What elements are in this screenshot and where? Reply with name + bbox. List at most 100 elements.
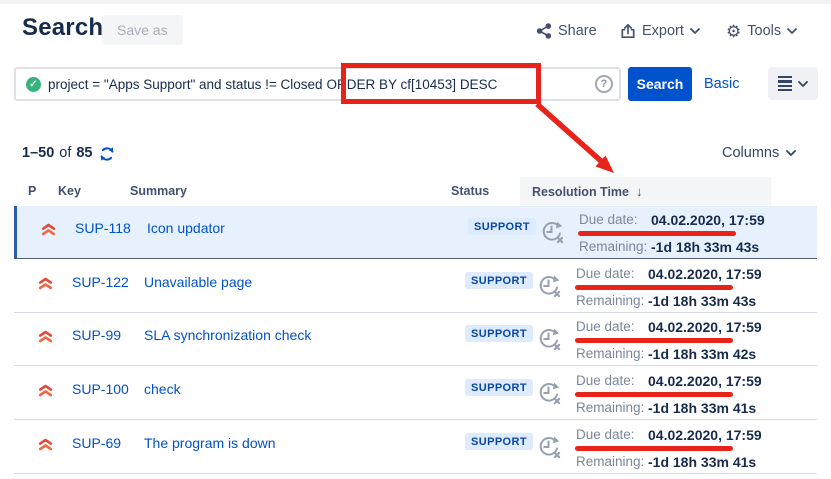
issue-key-link[interactable]: SUP-122 (72, 274, 129, 290)
remaining-line: Remaining: -1d 18h 33m 41s (576, 454, 756, 470)
sla-clock-breached-icon (536, 326, 563, 353)
chevron-down-icon (786, 150, 796, 156)
status-badge: SUPPORT (465, 379, 533, 396)
annotation-red-box (341, 63, 541, 104)
sla-clock-breached-icon (536, 273, 563, 300)
issue-summary-link[interactable]: Icon updator (147, 220, 225, 236)
remaining-value: -1d 18h 33m 41s (648, 400, 756, 416)
issue-summary-link[interactable]: SLA synchronization check (144, 327, 311, 343)
remaining-value: -1d 18h 33m 43s (648, 293, 756, 309)
results-of-label: of (59, 145, 71, 161)
due-date-label: Due date: (579, 212, 651, 228)
due-date-value: 04.02.2020, 17:59 (648, 319, 762, 335)
due-date-label: Due date: (576, 319, 648, 335)
jql-query-plain: project = "Apps Support" and status != C… (48, 77, 323, 92)
due-date-label: Due date: (576, 373, 648, 389)
due-date-line: Due date: 04.02.2020, 17:59 (576, 427, 762, 443)
priority-highest-icon (38, 330, 53, 343)
issue-summary-link[interactable]: check (144, 381, 181, 397)
page-title: Search (22, 14, 103, 42)
priority-highest-icon (38, 384, 53, 397)
annotation-red-underline (575, 392, 733, 397)
due-date-line: Due date: 04.02.2020, 17:59 (576, 373, 762, 389)
column-header-resolution-time[interactable]: Resolution Time ↓ (532, 184, 643, 199)
remaining-label: Remaining: (579, 239, 651, 255)
query-valid-icon: ✓ (26, 77, 41, 92)
issue-key-link[interactable]: SUP-69 (72, 435, 121, 451)
due-date-line: Due date: 04.02.2020, 17:59 (576, 319, 762, 335)
sla-clock-breached-icon (539, 219, 566, 246)
tools-button[interactable]: ⚙ Tools (726, 20, 797, 42)
due-date-label: Due date: (576, 266, 648, 282)
sort-descending-icon: ↓ (636, 184, 643, 199)
status-badge: SUPPORT (465, 325, 533, 342)
table-row[interactable]: SUP-100 check SUPPORT Due date: 04.02.20… (14, 367, 817, 420)
annotation-red-underline (578, 231, 736, 236)
basic-mode-link[interactable]: Basic (704, 76, 739, 92)
due-date-value: 04.02.2020, 17:59 (648, 427, 762, 443)
share-button[interactable]: Share (536, 20, 597, 42)
sla-clock-breached-icon (536, 380, 563, 407)
share-label: Share (558, 23, 597, 39)
issue-key-link[interactable]: SUP-99 (72, 327, 121, 343)
due-date-value: 04.02.2020, 17:59 (651, 212, 765, 228)
issue-summary-link[interactable]: Unavailable page (144, 274, 252, 290)
due-date-value: 04.02.2020, 17:59 (648, 266, 762, 282)
export-label: Export (642, 23, 684, 39)
remaining-line: Remaining: -1d 18h 33m 41s (576, 400, 756, 416)
remaining-line: Remaining: -1d 18h 33m 42s (576, 346, 756, 362)
remaining-line: Remaining: -1d 18h 33m 43s (579, 239, 759, 255)
chevron-down-icon (690, 28, 700, 34)
export-button[interactable]: Export (620, 20, 700, 42)
columns-label: Columns (722, 145, 779, 161)
table-row[interactable]: SUP-69 The program is down SUPPORT Due d… (14, 421, 817, 474)
remaining-label: Remaining: (576, 454, 648, 470)
tools-label: Tools (747, 23, 781, 39)
columns-dropdown[interactable]: Columns (722, 145, 796, 161)
search-button[interactable]: Search (628, 67, 692, 101)
remaining-label: Remaining: (576, 400, 648, 416)
share-icon (536, 23, 552, 39)
remaining-value: -1d 18h 33m 41s (648, 454, 756, 470)
issue-key-link[interactable]: SUP-100 (72, 381, 129, 397)
results-count: 1–50 of 85 (22, 144, 115, 162)
save-as-button[interactable]: Save as (102, 15, 183, 45)
chevron-down-icon (787, 28, 797, 34)
remaining-value: -1d 18h 33m 42s (648, 346, 756, 362)
annotation-red-underline (575, 285, 733, 290)
remaining-label: Remaining: (576, 346, 648, 362)
priority-highest-icon (38, 277, 53, 290)
issue-key-link[interactable]: SUP-118 (75, 220, 131, 236)
search-options-menu-button[interactable] (768, 67, 818, 100)
gear-icon: ⚙ (726, 23, 741, 40)
resolution-time-label: Resolution Time (532, 185, 629, 199)
table-row[interactable]: SUP-118 Icon updator SUPPORT Due date: 0… (14, 206, 817, 259)
column-header-summary[interactable]: Summary (130, 184, 187, 198)
remaining-value: -1d 18h 33m 43s (651, 239, 759, 255)
results-total: 85 (76, 145, 92, 161)
due-date-line: Due date: 04.02.2020, 17:59 (579, 212, 765, 228)
annotation-red-underline (575, 446, 733, 451)
status-badge: SUPPORT (465, 433, 533, 450)
hamburger-icon (778, 76, 792, 92)
chevron-down-icon (798, 81, 808, 87)
table-row[interactable]: SUP-122 Unavailable page SUPPORT Due dat… (14, 260, 817, 313)
priority-highest-icon (41, 223, 56, 236)
status-badge: SUPPORT (465, 272, 533, 289)
column-header-status[interactable]: Status (451, 184, 489, 198)
refresh-icon[interactable] (99, 146, 115, 162)
export-icon (620, 23, 636, 39)
due-date-label: Due date: (576, 427, 648, 443)
annotation-red-underline (575, 338, 733, 343)
status-badge: SUPPORT (468, 218, 536, 235)
issue-summary-link[interactable]: The program is down (144, 435, 276, 451)
due-date-line: Due date: 04.02.2020, 17:59 (576, 266, 762, 282)
priority-highest-icon (38, 438, 53, 451)
remaining-label: Remaining: (576, 293, 648, 309)
column-header-priority[interactable]: P (28, 184, 36, 198)
due-date-value: 04.02.2020, 17:59 (648, 373, 762, 389)
syntax-help-icon[interactable]: ? (595, 75, 613, 93)
window-top-edge (0, 0, 831, 4)
table-row[interactable]: SUP-99 SLA synchronization check SUPPORT… (14, 313, 817, 366)
column-header-key[interactable]: Key (58, 184, 81, 198)
